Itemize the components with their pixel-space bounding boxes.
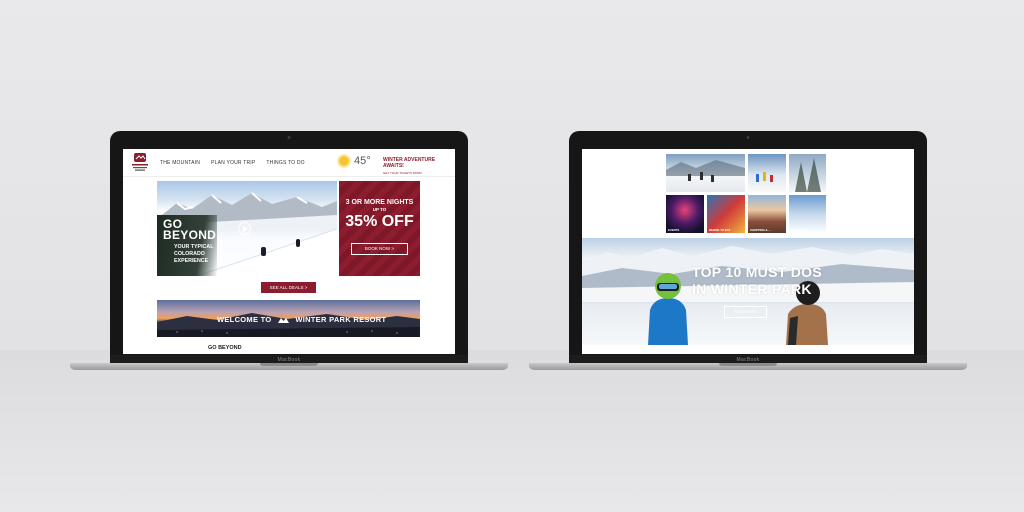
thumbnail-tile[interactable] — [666, 154, 745, 192]
play-icon[interactable] — [238, 222, 251, 235]
top-10-banner[interactable]: TOP 10 MUST DOS IN WINTER PARK READ MORE — [582, 238, 914, 345]
snowy-trees-image — [795, 158, 821, 192]
thumbnail-tile[interactable]: EVENTS — [666, 195, 704, 233]
laptop-notch — [719, 363, 777, 366]
hero-subtitle: YOUR TYPICAL COLORADO EXPERIENCE — [174, 244, 213, 265]
right-laptop-base — [529, 363, 967, 370]
hero-title: GO BEYOND — [163, 218, 217, 242]
promo-line1: 3 OR MORE NIGHTS — [345, 199, 414, 206]
nav-link-the-mountain[interactable]: THE MOUNTAIN — [160, 160, 200, 166]
thumbnail-tile[interactable] — [748, 154, 786, 192]
thumbnail-tile[interactable]: SHOPPING & ... — [748, 195, 786, 233]
dog-sled-image — [666, 160, 745, 182]
adventure-subtitle: GET YOUR TICKETS FROM — [383, 171, 422, 175]
book-now-button[interactable]: BOOK NOW > — [351, 243, 408, 255]
hero-subtitle-line3: EXPERIENCE — [174, 258, 209, 264]
see-all-deals-button[interactable]: SEE ALL DEALS > — [261, 282, 316, 293]
laptop-notch — [260, 363, 318, 366]
welcome-text: WELCOME TO WINTER PARK RESORT — [217, 315, 386, 324]
promo-card[interactable]: 3 OR MORE NIGHTS UP TO 35% OFF BOOK NOW … — [339, 181, 420, 276]
welcome-resort-name: WINTER PARK RESORT — [295, 315, 387, 324]
thumbnail-caption: WHERE TO ... — [791, 228, 810, 232]
read-more-button[interactable]: READ MORE — [724, 306, 767, 318]
hero-subtitle-line2: COLORADO — [174, 251, 205, 257]
sun-icon — [339, 156, 349, 166]
right-laptop: EVENTS WHERE TO EAT SHOPPING & ... WHERE… — [529, 131, 967, 385]
left-laptop: THE MOUNTAIN PLAN YOUR TRIP THINGS TO DO… — [70, 131, 508, 385]
right-laptop-chin: MacBook — [569, 355, 927, 363]
banner-title-line2: IN WINTER PARK — [692, 281, 812, 297]
site-header: THE MOUNTAIN PLAN YOUR TRIP THINGS TO DO… — [123, 149, 455, 177]
banner-title-line1: TOP 10 MUST DOS — [692, 264, 823, 280]
thumbnail-tile[interactable] — [789, 154, 826, 192]
skier-figure — [296, 239, 300, 247]
welcome-prefix: WELCOME TO — [217, 315, 272, 324]
promo-discount: 35% OFF — [345, 213, 414, 230]
thumbnail-tile[interactable]: WHERE TO ... — [789, 195, 826, 233]
promo-line2: UP TO — [372, 207, 387, 212]
camera-icon — [746, 136, 750, 139]
skiers-image — [756, 172, 773, 182]
thumbnail-caption: WHERE TO EAT — [709, 228, 731, 232]
right-laptop-screen: EVENTS WHERE TO EAT SHOPPING & ... WHERE… — [582, 149, 914, 354]
resort-logo-icon[interactable] — [131, 153, 149, 173]
nav-link-things-to-do[interactable]: THINGS TO DO — [266, 160, 304, 166]
weather-widget[interactable]: 45° — [339, 155, 371, 167]
resort-logo-icon — [277, 318, 289, 324]
skier-blue-jacket-image — [648, 273, 688, 345]
left-laptop-screen: THE MOUNTAIN PLAN YOUR TRIP THINGS TO DO… — [123, 149, 455, 354]
section-heading: GO BEYOND — [208, 345, 242, 351]
nav-link-plan-your-trip[interactable]: PLAN YOUR TRIP — [211, 160, 255, 166]
thumbnail-grid: EVENTS WHERE TO EAT SHOPPING & ... WHERE… — [666, 154, 826, 234]
welcome-banner[interactable]: WELCOME TO WINTER PARK RESORT — [157, 300, 420, 337]
thumbnail-caption: SHOPPING & ... — [750, 228, 771, 232]
thumbnail-caption: EVENTS — [668, 228, 680, 232]
banner-title: TOP 10 MUST DOS IN WINTER PARK — [692, 264, 822, 298]
skier-figure — [261, 247, 266, 256]
thumbnail-tile[interactable]: WHERE TO EAT — [707, 195, 745, 233]
hero-banner[interactable]: GO BEYOND YOUR TYPICAL COLORADO EXPERIEN… — [157, 181, 337, 276]
hero-subtitle-line1: YOUR TYPICAL — [174, 244, 214, 250]
left-laptop-base — [70, 363, 508, 370]
left-laptop-chin: MacBook — [110, 355, 468, 363]
camera-icon — [287, 136, 291, 139]
adventure-title: WINTER ADVENTURE AWAITS! — [383, 157, 436, 169]
winter-adventure-link[interactable]: WINTER ADVENTURE AWAITS! GET YOUR TICKET… — [383, 157, 455, 175]
hero-title-line2: BEYOND — [163, 228, 217, 242]
temperature: 45° — [354, 155, 371, 167]
